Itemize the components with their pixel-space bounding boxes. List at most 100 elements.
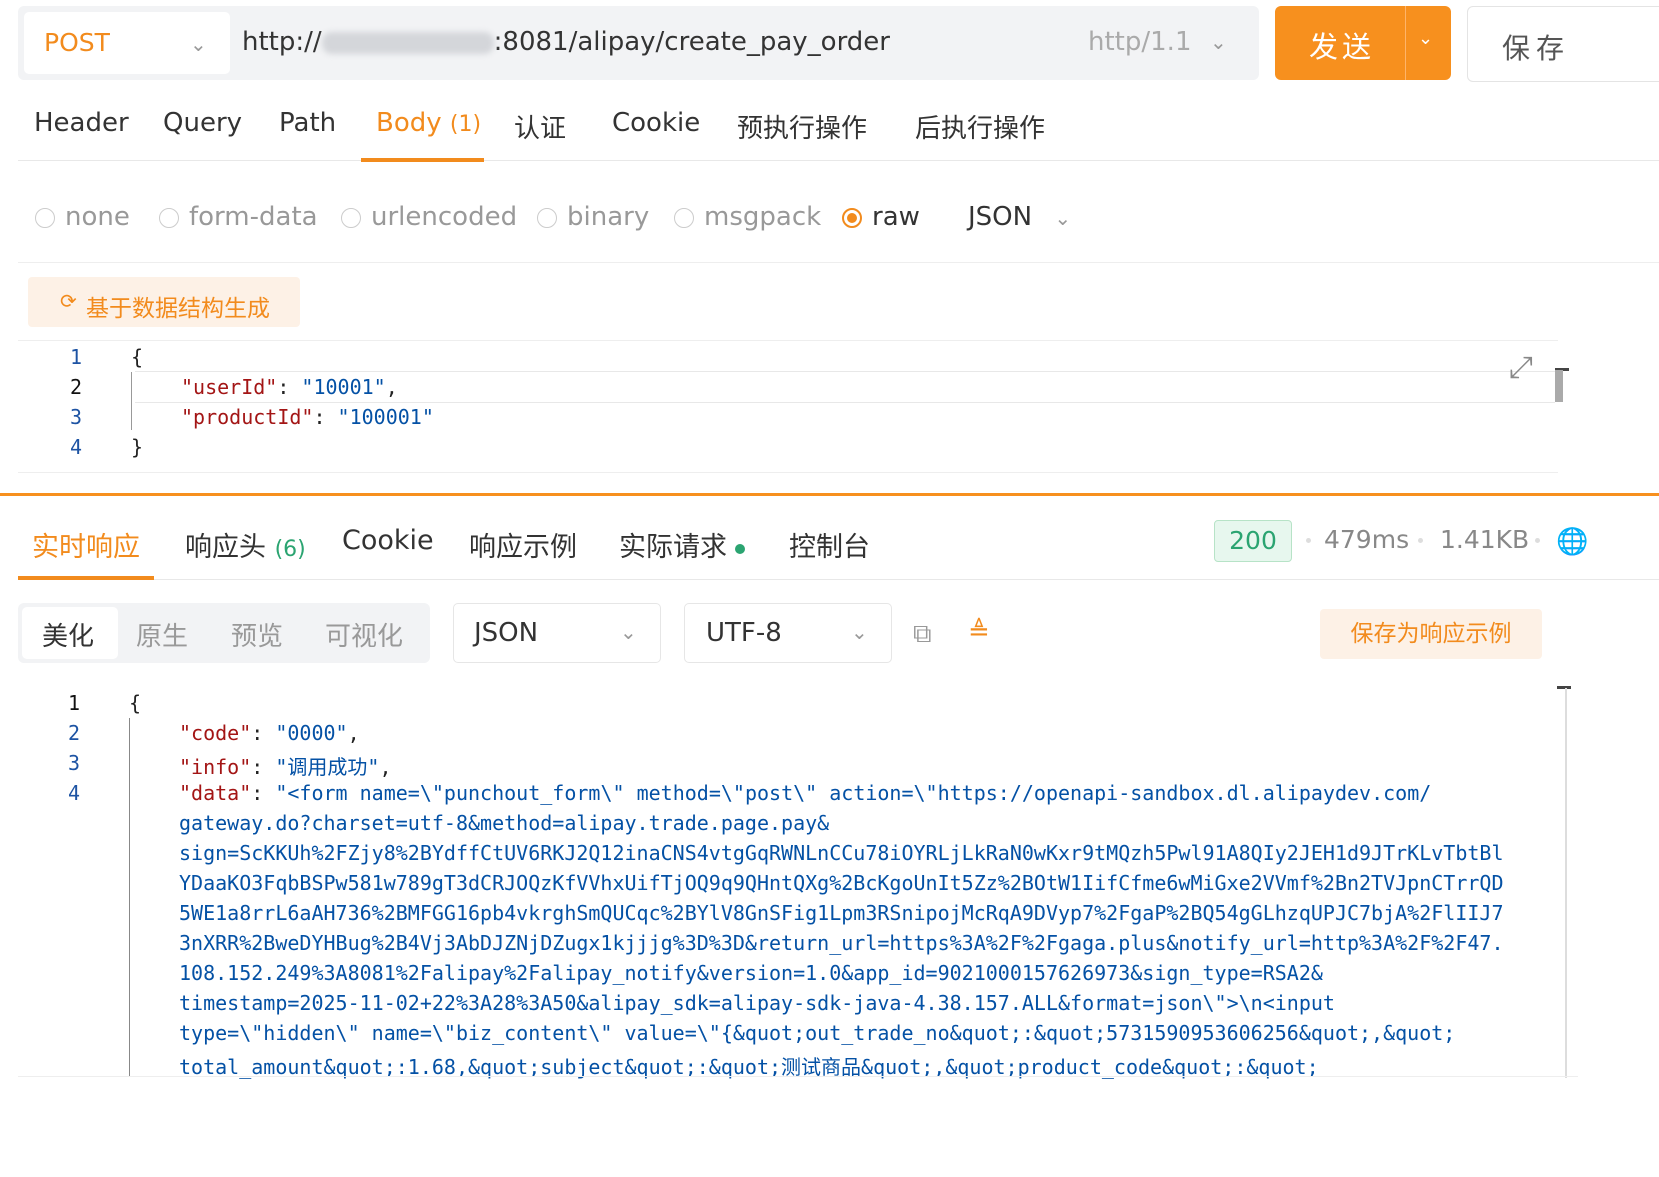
line-number: 1 [68, 691, 81, 715]
tab-response-cookie[interactable]: Cookie [342, 525, 434, 556]
tabs-divider [18, 160, 1659, 161]
view-preview[interactable]: 预览 [231, 616, 283, 653]
chevron-down-icon: ⌄ [1054, 206, 1072, 230]
line-number: 3 [68, 751, 81, 775]
generate-from-schema-button[interactable]: ⟳ 基于数据结构生成 [28, 277, 300, 327]
line-number: 2 [70, 375, 83, 399]
tab-response-headers[interactable]: 响应头 (6) [185, 525, 306, 564]
radio-raw[interactable]: raw [842, 202, 920, 232]
code-line: { [131, 345, 144, 369]
radio-label: urlencoded [371, 202, 518, 232]
radio-none[interactable]: none [35, 202, 130, 232]
tab-label: 响应头 [185, 532, 266, 563]
method-select[interactable]: POST ⌄ [24, 12, 230, 74]
url-suffix: :8081/alipay/create_pay_order [493, 27, 890, 57]
tab-cookie[interactable]: Cookie [612, 108, 700, 138]
radio-label: msgpack [704, 202, 822, 232]
tab-body[interactable]: Body (1) [376, 108, 481, 138]
globe-icon[interactable]: 🌐 [1556, 527, 1588, 557]
view-mode-group: 美化 原生 预览 可视化 [18, 603, 430, 663]
select-value: UTF-8 [706, 618, 782, 648]
chevron-down-icon[interactable]: ⌄ [1418, 28, 1433, 49]
copy-icon[interactable]: ⧉ [913, 619, 932, 650]
separator-dot [1418, 538, 1423, 543]
code-line: "userId": "10001", [181, 375, 398, 399]
refresh-icon: ⟳ [60, 289, 77, 313]
code-line-wrapped: sign=ScKKUh%2FZjy8%2BYdffCtUV6RKJ2Q12ina… [179, 841, 1504, 865]
radio-form-data[interactable]: form-data [159, 202, 318, 232]
line-number: 3 [70, 405, 83, 429]
indent-guide [129, 718, 130, 1076]
tab-pre-script[interactable]: 预执行操作 [737, 108, 867, 145]
method-label: POST [44, 28, 110, 57]
tab-body-count: (1) [449, 112, 482, 137]
tabs-divider [18, 579, 1659, 580]
select-value: JSON [474, 618, 539, 648]
response-time: 479ms [1324, 525, 1410, 554]
code-line-wrapped: timestamp=2025-11-02+22%3A28%3A50&alipay… [179, 991, 1335, 1015]
tab-actual-request[interactable]: 实际请求 [619, 525, 745, 564]
tab-console[interactable]: 控制台 [789, 525, 870, 564]
line-number: 4 [68, 781, 81, 805]
chevron-down-icon: ⌄ [190, 32, 207, 56]
code-line-wrapped: 3nXRR%2BweDYHBug%2B4Vj3AbDJZNjDZugx1kjjj… [179, 931, 1504, 955]
tab-count: (6) [274, 537, 306, 562]
send-label: 发送 [1309, 30, 1376, 64]
code-line-wrapped: gateway.do?charset=utf-8&method=alipay.t… [179, 811, 830, 835]
tab-body-label: Body [376, 108, 442, 138]
radio-selected-icon [842, 208, 862, 228]
code-line-wrapped: YDaaKO3FqbBSPw581w789gT3dCRJOQzKfVVhxUif… [179, 871, 1504, 895]
save-label: 保存 [1502, 32, 1571, 65]
indent-guide [131, 372, 132, 430]
encoding-select[interactable]: UTF-8 ⌄ [684, 603, 892, 663]
expand-icon[interactable]: ⤢ [1509, 350, 1533, 385]
view-pretty[interactable]: 美化 [42, 616, 94, 653]
code-line-wrapped: type=\"hidden\" name=\"biz_content\" val… [179, 1021, 1456, 1045]
chevron-down-icon[interactable]: ⌄ [1210, 30, 1227, 54]
tab-live-response[interactable]: 实时响应 [32, 525, 140, 564]
code-line: "info": "调用成功", [179, 755, 392, 779]
section-divider [18, 262, 1659, 263]
scrollbar-track[interactable] [1565, 688, 1567, 1078]
radio-circle-icon [35, 208, 55, 228]
radio-label: form-data [189, 202, 318, 232]
radio-msgpack[interactable]: msgpack [674, 202, 821, 232]
code-line: "data": "<form name=\"punchout_form\" me… [179, 781, 1432, 805]
line-number: 2 [68, 721, 81, 745]
tab-post-script[interactable]: 后执行操作 [915, 108, 1045, 145]
redacted-host [321, 31, 494, 54]
body-format-select[interactable]: JSON ⌄ [968, 202, 1071, 232]
code-line: } [131, 435, 144, 459]
radio-circle-icon [537, 208, 557, 228]
save-as-example-button[interactable]: 保存为响应示例 [1320, 609, 1542, 659]
line-number: 4 [70, 435, 83, 459]
scrollbar-marker [1557, 686, 1571, 689]
tab-response-examples[interactable]: 响应示例 [469, 525, 577, 564]
radio-circle-icon [159, 208, 179, 228]
separator-dot [1535, 538, 1540, 543]
send-button[interactable]: 发送 ⌄ [1275, 6, 1451, 80]
code-line-wrapped: 5WE1a8rrL6aAH736%2BMFGG16pb4vkrghSmQUCqc… [179, 901, 1504, 925]
url-input[interactable]: http://:8081/alipay/create_pay_order [242, 27, 890, 57]
radio-urlencoded[interactable]: urlencoded [341, 202, 517, 232]
radio-binary[interactable]: binary [537, 202, 649, 232]
radio-label: none [65, 202, 130, 232]
view-visualize[interactable]: 可视化 [325, 616, 403, 653]
radio-label: raw [872, 202, 920, 232]
resize-divider[interactable] [0, 493, 1659, 496]
tab-header[interactable]: Header [34, 108, 129, 138]
send-divider [1405, 6, 1406, 80]
tab-auth[interactable]: 认证 [514, 108, 566, 145]
tab-path[interactable]: Path [279, 108, 336, 138]
view-raw[interactable]: 原生 [136, 616, 188, 653]
scrollbar-thumb[interactable] [1555, 370, 1563, 402]
wrap-lines-icon[interactable]: ≜ [968, 617, 990, 647]
response-format-select[interactable]: JSON ⌄ [453, 603, 661, 663]
code-line: { [129, 691, 142, 715]
tab-query[interactable]: Query [163, 108, 242, 138]
radio-label: binary [567, 202, 650, 232]
save-button[interactable]: 保存 [1467, 6, 1659, 82]
protocol-select[interactable]: http/1.1 [1088, 27, 1191, 57]
code-line: "code": "0000", [179, 721, 360, 745]
code-line: "productId": "100001" [181, 405, 434, 429]
